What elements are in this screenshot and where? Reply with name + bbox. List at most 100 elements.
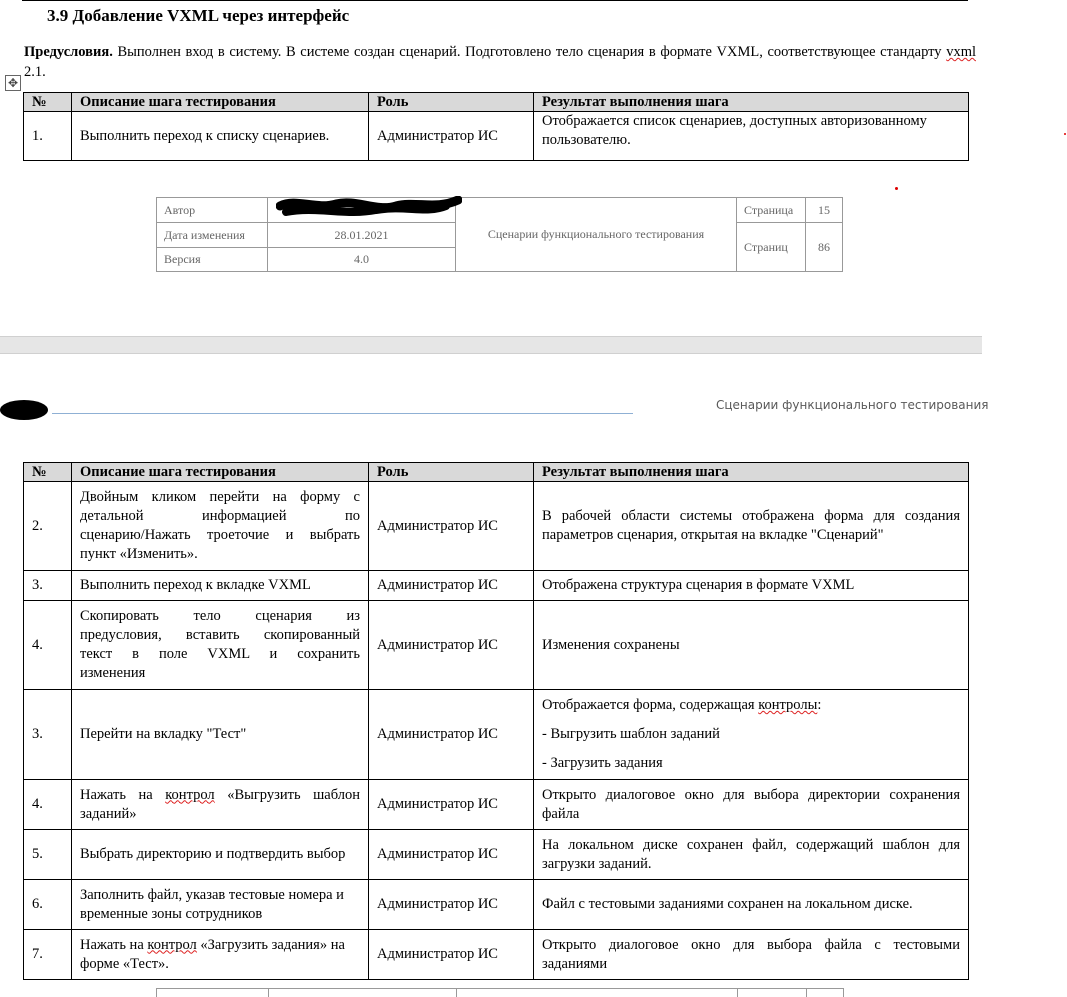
step-description: Нажать на контрол «Загрузить задания» на…: [71, 929, 369, 980]
table-row: 4. Скопировать тело сценария из предусло…: [23, 600, 969, 690]
step-description: Выполнить переход к вкладке VXML: [71, 570, 369, 601]
desc-line: предусловия, вставить скопированный: [80, 627, 360, 643]
step-description: Выбрать директорию и подтвердить выбор: [71, 829, 369, 880]
footer-page-label: Страница: [736, 197, 806, 223]
footer-pages-label: Страниц: [736, 222, 806, 272]
move-cross-icon[interactable]: ✥: [5, 75, 21, 91]
page-break: [0, 336, 982, 354]
step-result: В рабочей области системы отображена фор…: [533, 481, 969, 571]
step-role: Администратор ИС: [368, 879, 534, 930]
test-steps-table-1: № Описание шага тестирования Роль Резуль…: [23, 92, 969, 161]
desc-line: Скопировать тело сценария из: [80, 608, 360, 624]
step-number: 6.: [23, 879, 72, 930]
header-num: №: [23, 92, 72, 112]
table-row: 3. Выполнить переход к вкладке VXML Адми…: [23, 570, 969, 601]
step-result: Отображается форма, содержащая контролы:…: [533, 689, 969, 780]
step-role: Администратор ИС: [368, 570, 534, 601]
step-result: Отображена структура сценария в формате …: [533, 570, 969, 601]
step-result: На локальном диске сохранен файл, содерж…: [533, 829, 969, 880]
precondition-text: Выполнен вход в систему. В системе созда…: [112, 44, 947, 60]
top-rule: [22, 0, 968, 1]
step-result: Изменения сохранены: [533, 600, 969, 690]
step-role: Администратор ИС: [368, 779, 534, 830]
red-mark: [895, 187, 898, 190]
header-num: №: [23, 462, 72, 482]
table-header-row: № Описание шага тестирования Роль Резуль…: [23, 92, 969, 112]
step-description: Двойным кликом перейти на форму с деталь…: [71, 481, 369, 571]
desc-line: сценарию/Нажать троеточие и выбрать: [80, 527, 360, 543]
table-row: 2. Двойным кликом перейти на форму с дет…: [23, 481, 969, 571]
red-mark: [1064, 133, 1066, 135]
header-result: Результат выполнения шага: [533, 462, 969, 482]
spellcheck-word: контролы: [758, 697, 818, 713]
footer-pages-value: 86: [805, 222, 843, 272]
table-header-row: № Описание шага тестирования Роль Резуль…: [23, 462, 969, 482]
desc-line: пункт «Изменить».: [80, 546, 198, 562]
result-list-item: - Загрузить задания: [542, 755, 663, 771]
footer-date-value: 28.01.2021: [267, 222, 456, 248]
step-description: Нажать на контрол «Выгрузить шаблон зада…: [71, 779, 369, 830]
step-number: 7.: [23, 929, 72, 980]
step-number: 3.: [23, 570, 72, 601]
step-number: 1.: [23, 111, 72, 161]
step-result: Файл с тестовыми заданиями сохранен на л…: [533, 879, 969, 930]
redaction-scribble: [0, 400, 48, 420]
spellcheck-word: контрол: [147, 936, 197, 953]
step-description: Выполнить переход к списку сценариев.: [71, 111, 369, 161]
desc-line: текст в поле VXML и сохранить: [80, 646, 360, 662]
header-description: Описание шага тестирования: [71, 462, 369, 482]
step-number: 2.: [23, 481, 72, 571]
step-number: 4.: [23, 600, 72, 690]
desc-line: Двойным кликом перейти на форму с: [80, 489, 360, 505]
table-row: 6. Заполнить файл, указав тестовые номер…: [23, 879, 969, 930]
desc-line: изменения: [80, 665, 146, 681]
desc-text: Нажать на: [80, 786, 166, 803]
step-number: 5.: [23, 829, 72, 880]
desc-text: Нажать на: [80, 936, 148, 953]
precondition-paragraph: Предусловия. Выполнен вход в систему. В …: [24, 42, 976, 82]
result-text: Отображается форма, содержащая: [542, 697, 759, 713]
step-description: Перейти на вкладку "Тест": [71, 689, 369, 780]
step-result: Отображается список сценариев, доступных…: [533, 111, 969, 161]
footer-doc-title: Сценарии функционального тестирования: [455, 197, 737, 272]
step-role: Администратор ИС: [368, 481, 534, 571]
footer-version-value: 4.0: [267, 247, 456, 272]
header-description: Описание шага тестирования: [71, 92, 369, 112]
page-header-title: Сценарии функционального тестирования: [716, 398, 989, 412]
precondition-text-end: 2.1.: [24, 64, 46, 80]
test-steps-table-2: № Описание шага тестирования Роль Резуль…: [23, 462, 969, 980]
header-rule: [52, 413, 633, 414]
section-heading: 3.9 Добавление VXML через интерфейс: [47, 6, 350, 25]
header-role: Роль: [368, 462, 534, 482]
step-role: Администратор ИС: [368, 600, 534, 690]
result-text-end: :: [817, 697, 822, 713]
table-row: 1. Выполнить переход к списку сценариев.…: [23, 111, 969, 161]
page-footer-table: Автор Сценарии функционального тестирова…: [156, 197, 843, 272]
step-description: Заполнить файл, указав тестовые номера и…: [71, 879, 369, 930]
footer-author-label: Автор: [156, 197, 268, 223]
step-result: Открыто диалоговое окно для выбора дирек…: [533, 779, 969, 830]
redaction-scribble: [276, 196, 462, 216]
spellcheck-word: контрол: [165, 786, 215, 803]
step-role: Администратор ИС: [368, 829, 534, 880]
step-role: Администратор ИС: [368, 689, 534, 780]
footer-page-value: 15: [805, 197, 843, 223]
desc-line: детальной информацией по: [80, 508, 360, 524]
step-number: 4.: [23, 779, 72, 830]
spellcheck-word: vxml: [946, 44, 976, 60]
table-row: 7. Нажать на контрол «Загрузить задания»…: [23, 929, 969, 980]
step-role: Администратор ИС: [368, 929, 534, 980]
step-description: Скопировать тело сценария из предусловия…: [71, 600, 369, 690]
table-row: 5. Выбрать директорию и подтвердить выбо…: [23, 829, 969, 880]
precondition-label: Предусловия.: [24, 44, 113, 60]
result-list-item: - Выгрузить шаблон заданий: [542, 726, 720, 742]
step-result: Открыто диалоговое окно для выбора файла…: [533, 929, 969, 980]
header-result: Результат выполнения шага: [533, 92, 969, 112]
footer-date-label: Дата изменения: [156, 222, 268, 248]
header-role: Роль: [368, 92, 534, 112]
footer-version-label: Версия: [156, 247, 268, 272]
step-role: Администратор ИС: [368, 111, 534, 161]
table-row: 3. Перейти на вкладку "Тест" Администрат…: [23, 689, 969, 780]
table-row: 4. Нажать на контрол «Выгрузить шаблон з…: [23, 779, 969, 830]
step-number: 3.: [23, 689, 72, 780]
